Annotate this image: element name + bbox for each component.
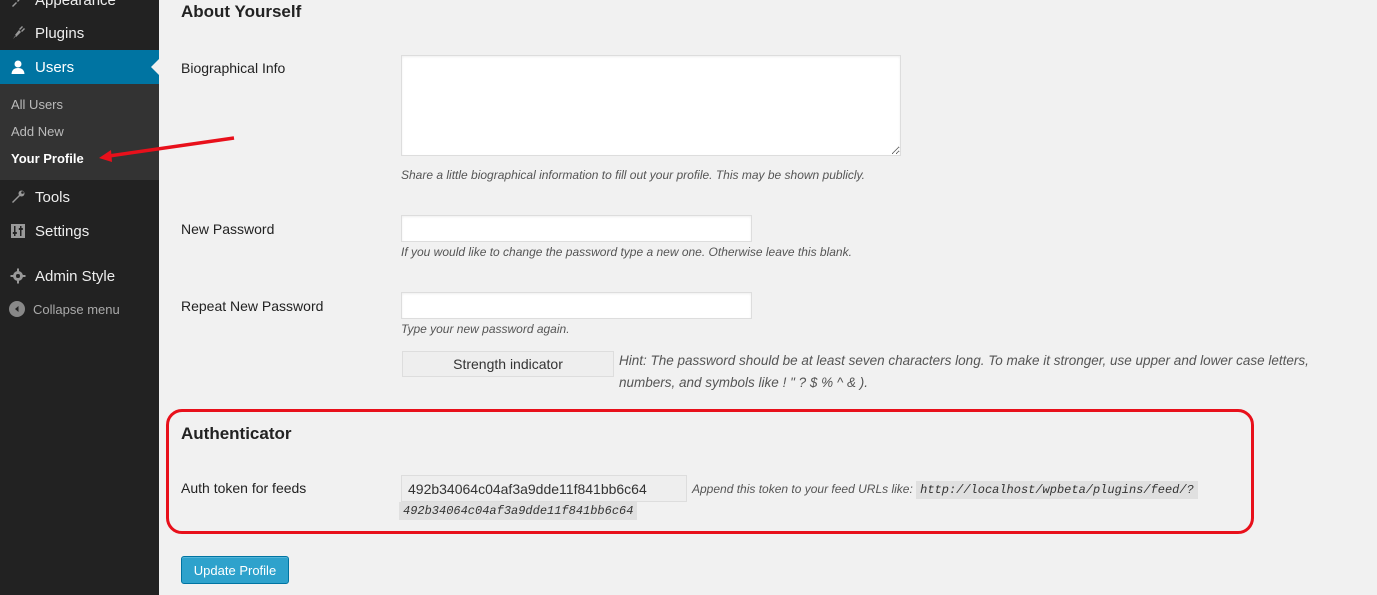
update-profile-button[interactable]: Update Profile: [181, 556, 289, 584]
menu-label-plugins: Plugins: [35, 24, 85, 42]
settings-sliders-icon: [9, 222, 27, 240]
feed-token-example-line: 492b34064c04af3a9dde11f841bb6c64: [399, 502, 638, 520]
admin-sidebar: Appearance Plugins Users All Users Add N…: [0, 0, 159, 595]
repeat-password-label: Repeat New Password: [181, 298, 324, 314]
authenticator-heading: Authenticator: [181, 424, 292, 443]
user-icon: [9, 58, 27, 76]
feed-token-example: 492b34064c04af3a9dde11f841bb6c64: [399, 502, 638, 520]
collapse-label: Collapse menu: [33, 301, 120, 317]
authenticator-highlight-box: [166, 409, 1254, 534]
repeat-password-description: Type your new password again.: [401, 322, 570, 336]
annotation-arrow: [99, 136, 235, 162]
menu-item-plugins[interactable]: Plugins: [0, 16, 159, 50]
menu-item-settings[interactable]: Settings: [0, 214, 159, 248]
menu-label-settings: Settings: [35, 222, 90, 240]
menu-item-appearance[interactable]: Appearance: [0, 0, 159, 17]
collapse-arrow-icon: [9, 301, 25, 317]
menu-item-tools[interactable]: Tools: [0, 180, 159, 214]
bio-description: Share a little biographical information …: [401, 168, 866, 182]
menu-item-users[interactable]: Users: [0, 50, 159, 84]
password-strength-indicator: Strength indicator: [402, 351, 614, 377]
menu-label-appearance: Appearance: [35, 0, 116, 9]
paintbrush-icon: [9, 0, 27, 9]
submenu-all-users[interactable]: All Users: [11, 97, 63, 112]
repeat-password-input[interactable]: [401, 292, 752, 319]
collapse-menu-button[interactable]: Collapse menu: [9, 301, 120, 317]
new-password-input[interactable]: [401, 215, 752, 242]
auth-token-field[interactable]: 492b34064c04af3a9dde11f841bb6c64: [401, 475, 687, 502]
bio-label: Biographical Info: [181, 60, 286, 76]
about-yourself-heading: About Yourself: [181, 2, 302, 21]
wrench-icon: [9, 188, 27, 206]
submenu-your-profile[interactable]: Your Profile: [11, 151, 84, 166]
new-password-description: If you would like to change the password…: [401, 245, 852, 259]
feed-url-example: http://localhost/wpbeta/plugins/feed/?: [916, 481, 1198, 499]
plug-icon: [9, 24, 27, 42]
bio-textarea[interactable]: [401, 55, 901, 156]
gear-icon: [9, 267, 27, 285]
menu-label-admin-style: Admin Style: [35, 267, 116, 285]
auth-token-label: Auth token for feeds: [181, 480, 307, 496]
append-token-text: Append this token to your feed URLs like…: [692, 482, 913, 496]
menu-label-tools: Tools: [35, 188, 71, 206]
menu-label-users: Users: [35, 58, 75, 76]
new-password-label: New Password: [181, 221, 275, 237]
password-hint: Hint: The password should be at least se…: [619, 353, 1309, 390]
menu-item-admin-style[interactable]: Admin Style: [0, 259, 159, 293]
submenu-add-new[interactable]: Add New: [11, 124, 64, 139]
auth-token-instructions: Append this token to your feed URLs like…: [692, 481, 1198, 499]
